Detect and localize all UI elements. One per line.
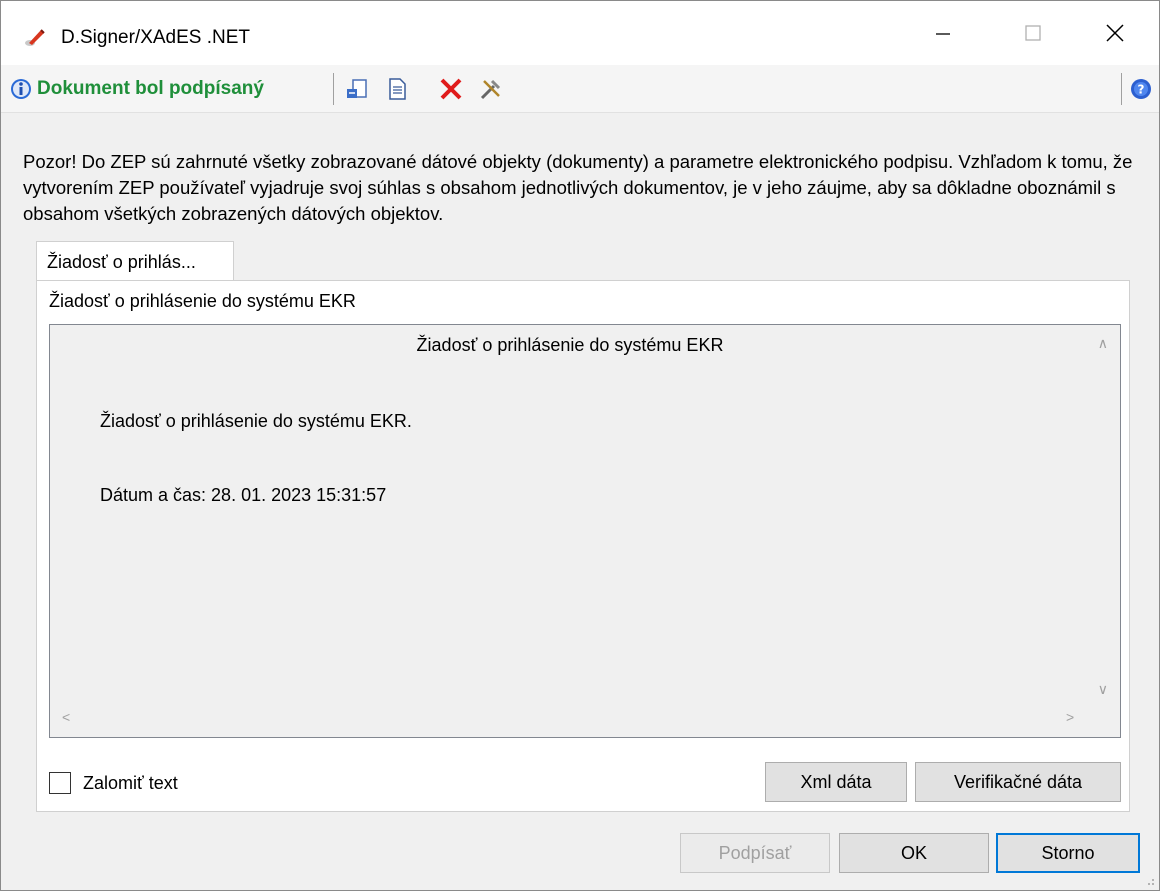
import-button[interactable] [345, 77, 369, 101]
cancel-button[interactable]: Storno [996, 833, 1140, 873]
status-label: Dokument bol podpísaný [37, 78, 264, 99]
minimize-button[interactable] [899, 1, 987, 65]
viewer-heading: Žiadosť o prihlásenie do systému EKR [416, 335, 724, 355]
settings-icon [480, 79, 501, 100]
pen-icon [25, 29, 45, 46]
document-tab-panel: Žiadosť o prihlásenie do systému EKR Žia… [36, 280, 1130, 812]
toolbar: Dokument bol podpísaný ? [1, 65, 1159, 113]
help-icon: ? [1131, 79, 1151, 99]
close-icon [1106, 24, 1124, 42]
document-title: Žiadosť o prihlásenie do systému EKR [49, 291, 356, 311]
resize-grip-icon[interactable] [1143, 874, 1155, 886]
close-button[interactable] [1071, 1, 1159, 65]
scroll-right-arrow[interactable]: > [1066, 709, 1074, 725]
maximize-icon [1025, 25, 1041, 41]
maximize-button[interactable] [989, 1, 1077, 65]
svg-text:?: ? [1138, 83, 1145, 97]
ok-button[interactable]: OK [839, 833, 989, 873]
wrap-text-checkbox[interactable] [49, 772, 71, 794]
consent-warning-text: Pozor! Do ZEP sú zahrnuté všetky zobrazo… [23, 151, 1133, 224]
sign-button[interactable]: Podpísať [680, 833, 830, 873]
title-bar: D.Signer/XAdES .NET [1, 1, 1159, 65]
minimize-icon [936, 33, 950, 35]
delete-icon [440, 78, 462, 100]
viewer-datetime-text: Dátum a čas: 28. 01. 2023 15:31:57 [100, 485, 387, 505]
toolbar-separator [333, 73, 334, 105]
verification-data-button[interactable]: Verifikačné dáta [915, 762, 1121, 802]
wrap-text-label[interactable]: Zalomiť text [83, 773, 178, 794]
toolbar-separator [1121, 73, 1122, 105]
window-title: D.Signer/XAdES .NET [61, 27, 251, 48]
view-document-button[interactable] [385, 77, 409, 101]
signed-status[interactable]: Dokument bol podpísaný [9, 73, 264, 105]
xml-data-button[interactable]: Xml dáta [765, 762, 907, 802]
import-icon [347, 79, 367, 98]
scroll-down-arrow[interactable]: ∨ [1098, 681, 1108, 698]
document-viewer[interactable]: Žiadosť o prihlásenie do systému EKR Žia… [49, 324, 1121, 738]
viewer-request-text: Žiadosť o prihlásenie do systému EKR. [100, 411, 412, 431]
tab-document[interactable]: Žiadosť o prihlás... [36, 241, 234, 281]
dialog-window: D.Signer/XAdES .NET Dokument bol podpísa… [0, 0, 1160, 891]
help-button[interactable]: ? [1129, 77, 1153, 101]
scroll-up-arrow[interactable]: ∧ [1098, 335, 1108, 352]
delete-button[interactable] [439, 77, 463, 101]
scroll-left-arrow[interactable]: < [62, 709, 70, 725]
document-icon [389, 78, 406, 100]
info-icon [11, 79, 31, 99]
settings-button[interactable] [479, 77, 503, 101]
